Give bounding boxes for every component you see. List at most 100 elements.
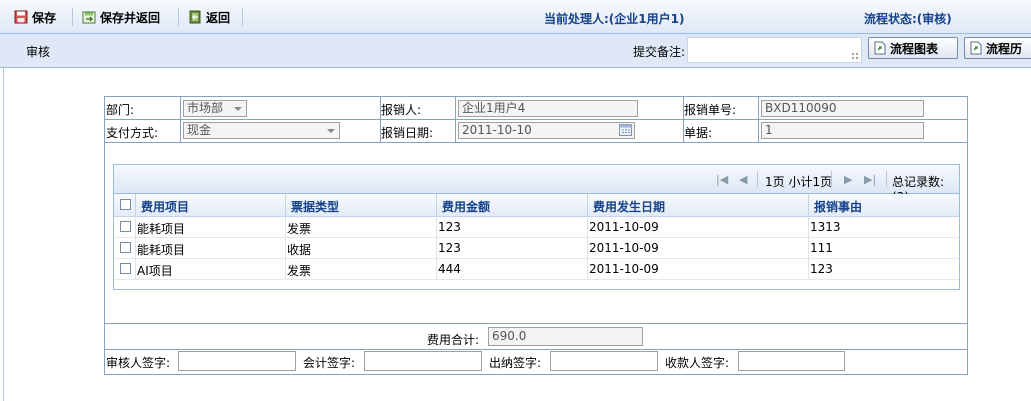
back-button[interactable]: 返回 [188,8,230,26]
col-header-amount[interactable]: 费用金额 [442,198,490,215]
dept-select[interactable]: 市场部 [183,100,247,117]
date-value: 2011-10-10 [462,123,532,137]
cell-expense-item: 能耗项目 [137,222,186,236]
page-info: 1页 小计1页 [765,175,833,189]
cashier-sign-label: 出纳签字: [489,356,542,370]
cell-receipt-type: 收据 [287,243,312,257]
auditor-sign-label: 审核人签字: [106,356,171,370]
cell-amount: 444 [438,262,461,276]
applicant-value: 企业1用户4 [462,101,526,115]
grid-header: 费用项目 票据类型 费用金额 费用发生日期 报销事由 [114,194,959,217]
date-label: 报销日期: [381,126,434,140]
row-checkbox[interactable] [120,221,131,232]
resize-grip-icon[interactable] [851,52,859,60]
pager-divider [886,171,887,187]
total-field[interactable]: 690.0 [488,327,643,346]
save-and-return-label: 保存并返回 [100,10,161,25]
header-divider [436,194,437,216]
col-header-date[interactable]: 费用发生日期 [593,198,665,215]
col-header-receipt-type[interactable]: 票据类型 [291,198,339,215]
history-button[interactable]: 流程历 [964,37,1031,59]
table-row[interactable]: AI项目 发票 444 2011-10-09 123 [114,259,959,280]
chevron-down-icon [234,107,242,111]
cell-expense-item: 能耗项目 [137,243,186,257]
cell-receipt-type: 发票 [287,264,312,278]
doc-label: 单据: [684,126,713,140]
cell-expense-item: AI项目 [137,264,173,278]
save-icon [14,10,28,24]
cell-date: 2011-10-09 [589,241,659,255]
pager-divider [757,171,758,187]
row-checkbox[interactable] [120,263,131,274]
toolbar-divider [178,8,179,26]
pager-toolbar: |◀ ◀ 1页 小计1页 ▶ ▶| 总记录数:(3) [114,165,959,204]
document-icon [969,41,983,55]
calendar-icon[interactable] [619,124,632,136]
toolbar-divider [242,8,243,26]
save-and-return-button[interactable]: 保存并返回 [82,8,160,26]
cell-receipt-type: 发票 [287,222,312,236]
select-all-checkbox[interactable] [120,199,131,210]
number-field[interactable]: BXD110090 [761,100,924,117]
row-checkbox[interactable] [120,242,131,253]
table-row[interactable]: 能耗项目 收据 123 2011-10-09 111 [114,238,959,259]
back-label: 返回 [206,10,231,25]
back-icon [188,10,202,24]
payee-sign-field[interactable] [738,351,845,371]
cell-reason: 111 [810,241,833,255]
date-field[interactable]: 2011-10-10 [458,122,635,139]
doc-field[interactable]: 1 [761,122,924,139]
auditor-sign-field[interactable] [178,351,296,371]
cell-divider [285,217,286,237]
cell-divider [135,217,136,237]
table-row[interactable]: 能耗项目 发票 123 2011-10-09 1313 [114,217,959,238]
prev-page-icon[interactable]: ◀ [739,173,747,186]
cell-divider [285,238,286,258]
top-toolbar: 保存 保存并返回 返回 当前处理人:(企业1用户1) 流程状态:(审核) [0,0,1031,34]
col-header-reason[interactable]: 报销事由 [814,198,862,215]
accountant-sign-label: 会计签字: [303,356,356,370]
cashier-sign-field[interactable] [550,351,658,371]
cell-date: 2011-10-09 [589,220,659,234]
header-divider [285,194,286,216]
dept-label: 部门: [106,103,135,117]
document-icon [873,41,887,55]
save-return-icon [82,10,96,24]
number-label: 报销单号: [684,103,737,117]
chevron-down-icon [327,129,335,133]
applicant-field[interactable]: 企业1用户4 [458,100,638,117]
cell-reason: 1313 [810,220,841,234]
toolbar-divider [72,8,73,26]
cell-divider [436,238,437,258]
save-button[interactable]: 保存 [14,8,56,26]
remark-textarea[interactable] [687,37,862,63]
header-divider [587,194,588,216]
header-divider [808,194,809,216]
doc-value: 1 [765,123,773,137]
first-page-icon[interactable]: |◀ [716,173,728,186]
current-handler: 当前处理人:(企业1用户1) [544,12,685,26]
save-label: 保存 [32,10,57,25]
next-page-icon[interactable]: ▶ [844,173,852,186]
cell-divider [436,259,437,279]
cell-divider [808,259,809,279]
total-label: 费用合计: [427,333,480,347]
applicant-label: 报销人: [381,103,422,117]
col-header-expense-item[interactable]: 费用项目 [141,198,189,215]
cell-divider [587,259,588,279]
remark-label: 提交备注: [633,45,686,59]
payee-sign-label: 收款人签字: [665,356,730,370]
last-page-icon[interactable]: ▶| [864,173,876,186]
pay-method-value: 现金 [187,123,212,137]
pay-method-label: 支付方式: [106,126,159,140]
cell-amount: 123 [438,220,461,234]
cell-divider [285,259,286,279]
workflow-status: 流程状态:(审核) [864,12,952,26]
number-value: BXD110090 [765,101,837,115]
pager-divider [831,171,832,187]
cell-divider [135,259,136,279]
flowchart-button[interactable]: 流程图表 [868,37,958,59]
accountant-sign-field[interactable] [364,351,482,371]
header-divider [135,194,136,216]
pay-method-select[interactable]: 现金 [183,122,340,139]
